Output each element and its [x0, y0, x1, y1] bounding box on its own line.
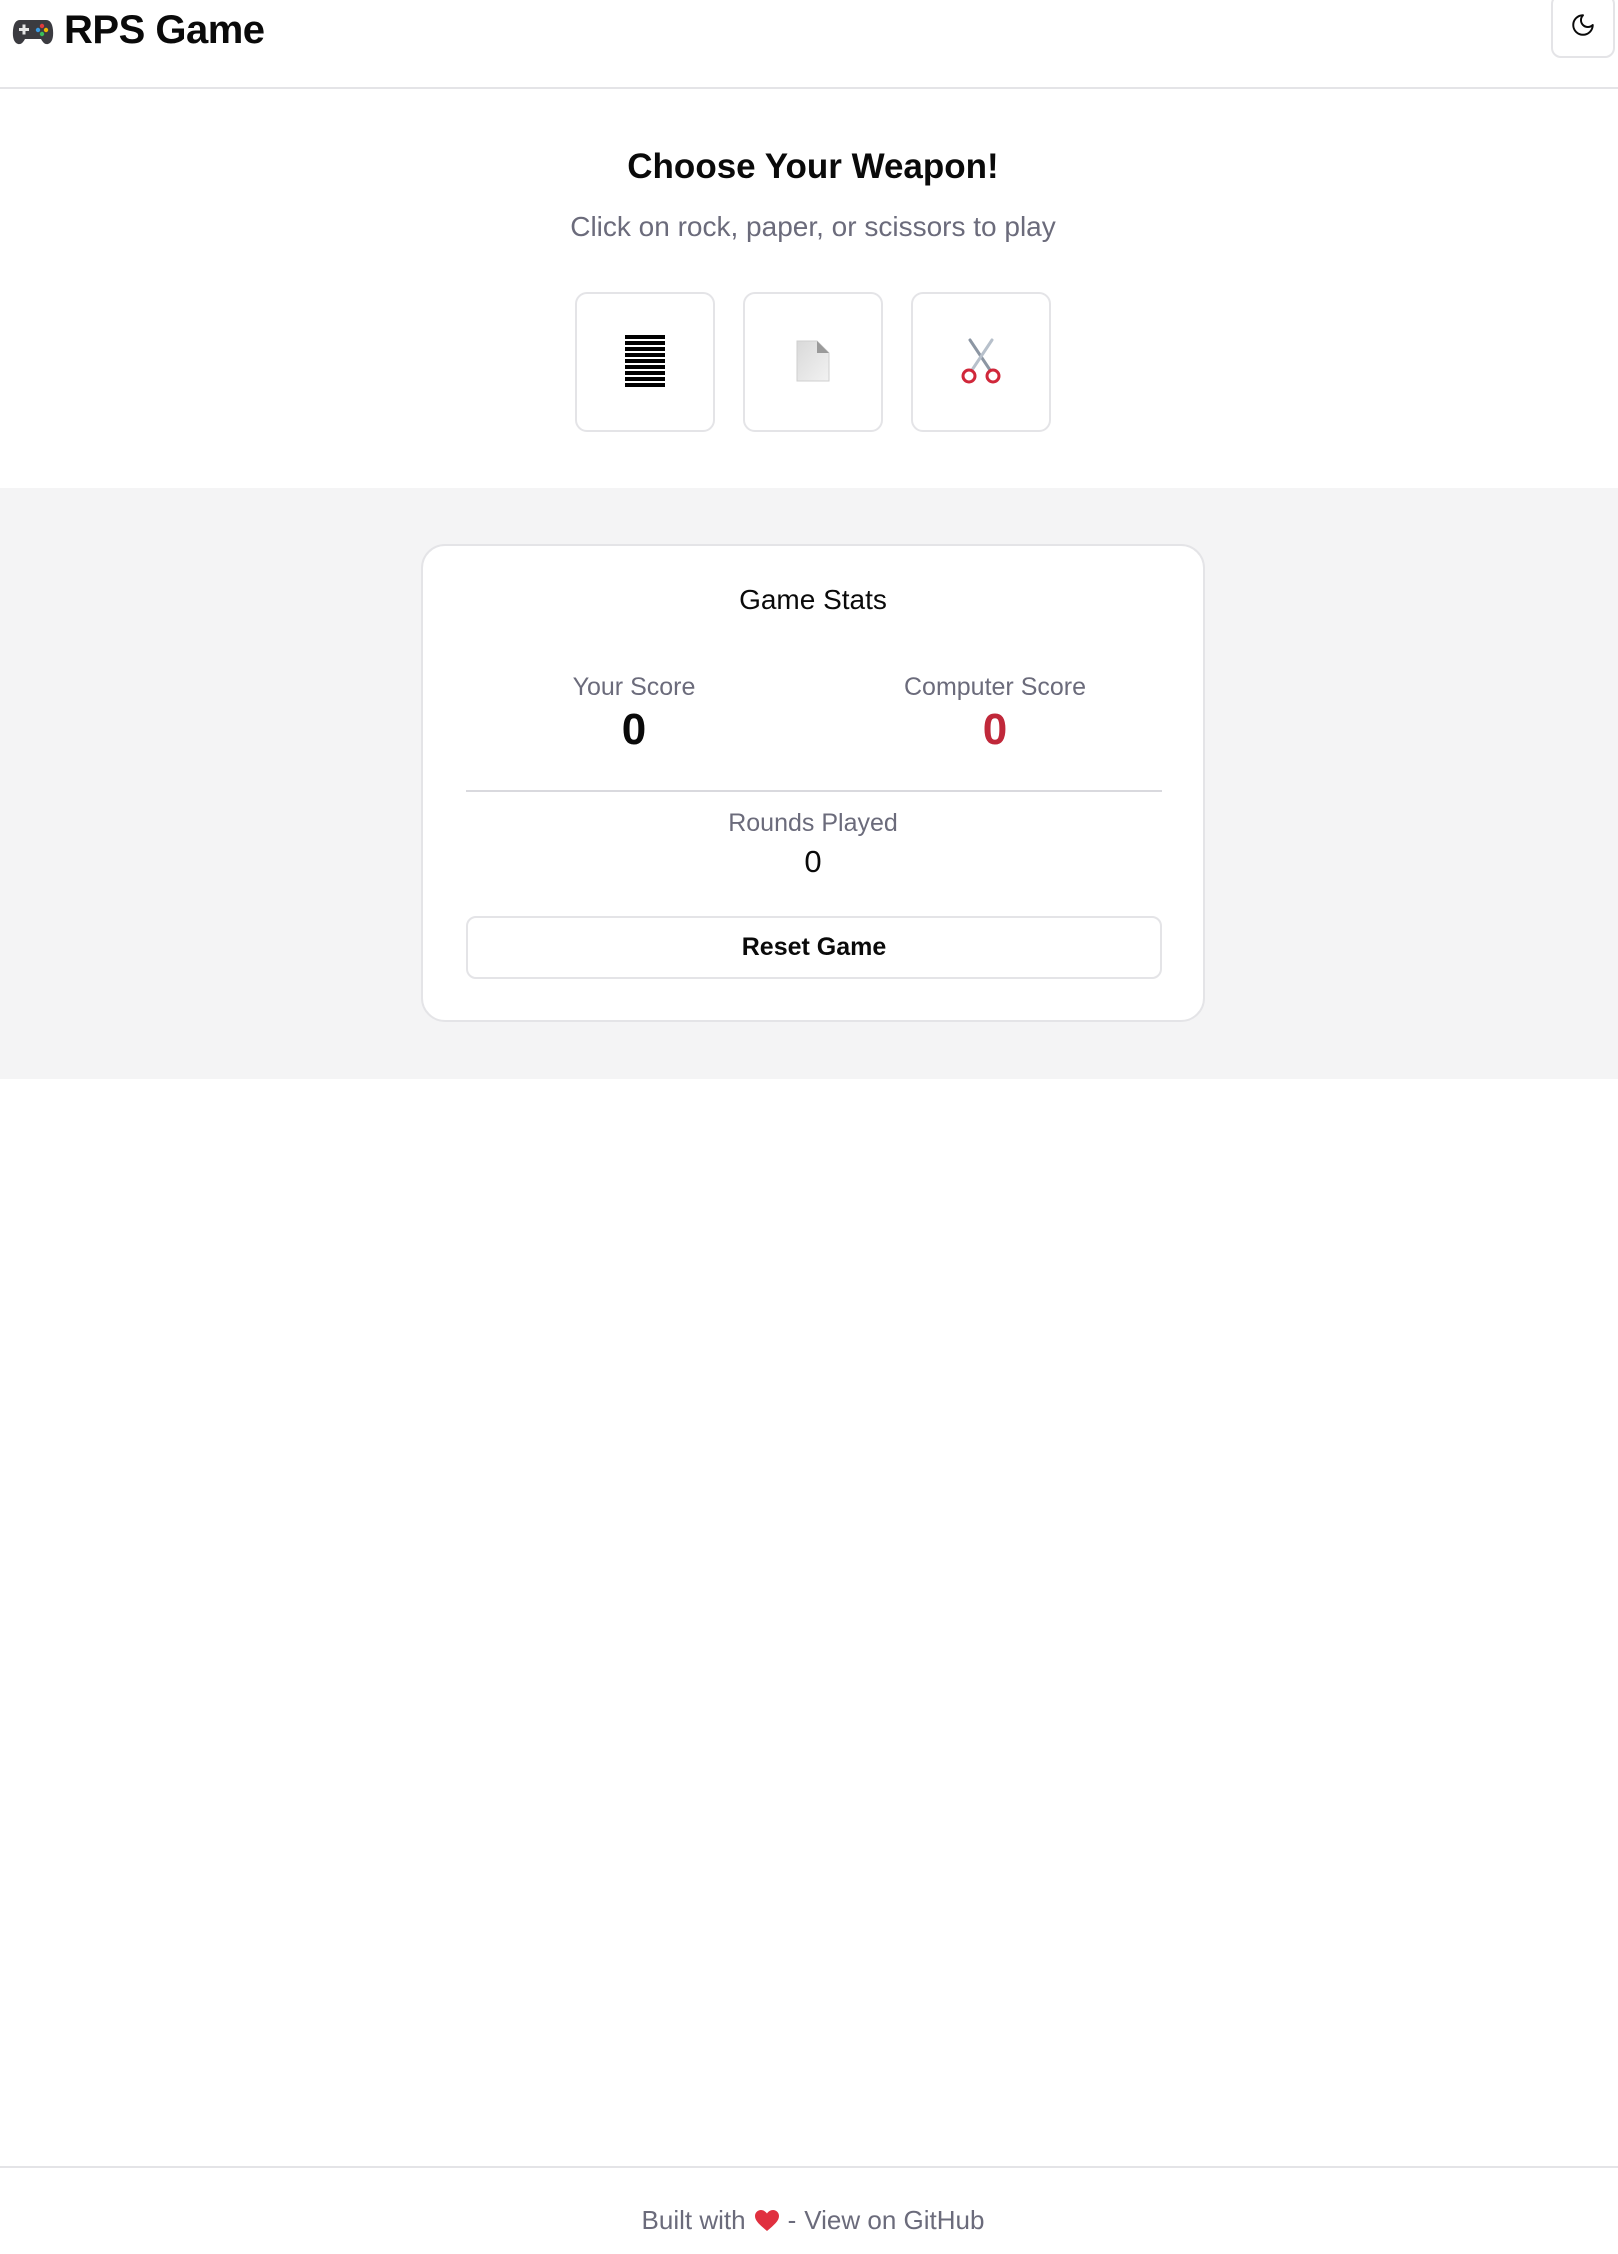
scissors-icon	[960, 338, 1002, 387]
computer-score-block: Computer Score 0	[845, 672, 1145, 756]
footer-text: Built with - View on GitHub	[0, 2205, 1618, 2236]
reset-game-button[interactable]: Reset Game	[466, 916, 1162, 979]
github-link[interactable]: View on GitHub	[804, 2205, 984, 2236]
stats-section: Game Stats Your Score 0 Computer Score 0…	[0, 488, 1618, 1079]
your-score-label: Your Score	[572, 673, 696, 701]
built-with-text: Built with	[641, 2205, 746, 2235]
page-subtitle: Click on rock, paper, or scissors to pla…	[570, 211, 1056, 242]
scissors-button[interactable]	[911, 292, 1051, 432]
page-title: Choose Your Weapon!	[627, 147, 999, 186]
brand: RPS Game	[10, 2, 265, 58]
rounds-label: Rounds Played	[728, 809, 898, 837]
paper-button[interactable]	[743, 292, 883, 432]
computer-score-value: 0	[982, 705, 1008, 754]
footer-separator: -	[787, 2205, 797, 2235]
weapon-select-section: Choose Your Weapon! Click on rock, paper…	[0, 89, 1618, 488]
gamepad-icon	[10, 10, 56, 50]
rounds-block: Rounds Played 0	[423, 808, 1203, 882]
game-stats-card: Game Stats Your Score 0 Computer Score 0…	[421, 544, 1205, 1022]
app-header: RPS Game	[0, 0, 1618, 89]
your-score-block: Your Score 0	[484, 672, 784, 756]
rock-button[interactable]	[575, 292, 715, 432]
page-footer: Built with - View on GitHub	[0, 2166, 1618, 2254]
rounds-value: 0	[804, 844, 822, 879]
stats-divider	[466, 790, 1162, 792]
stats-title: Game Stats	[739, 584, 887, 615]
rock-icon	[625, 334, 665, 390]
paper-icon	[795, 339, 831, 386]
theme-toggle-button[interactable]	[1551, 0, 1615, 58]
app-title: RPS Game	[64, 7, 265, 52]
weapon-buttons	[575, 292, 1051, 432]
heart-icon	[754, 2209, 780, 2233]
your-score-value: 0	[621, 705, 647, 754]
moon-icon	[1570, 12, 1596, 41]
computer-score-label: Computer Score	[903, 673, 1087, 701]
